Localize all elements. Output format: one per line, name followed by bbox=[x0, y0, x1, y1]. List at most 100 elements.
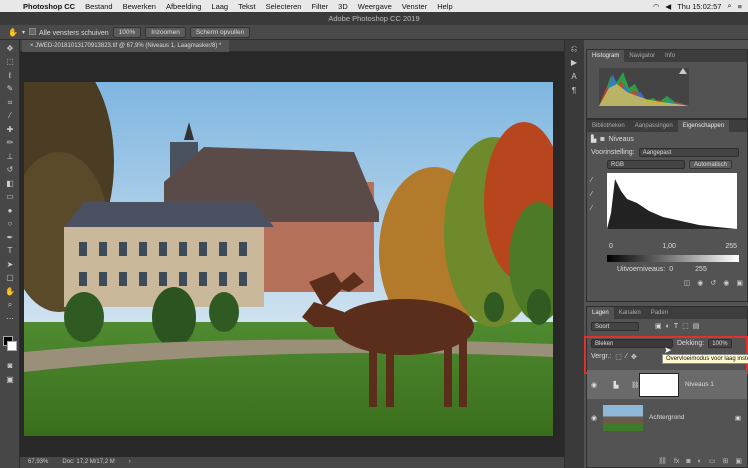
hand-tool-icon[interactable]: ✋ bbox=[8, 28, 18, 37]
clip-to-layer-icon[interactable]: ◫ bbox=[684, 279, 691, 287]
path-select-icon[interactable]: ➤ bbox=[3, 259, 17, 270]
menu-filter[interactable]: Filter bbox=[306, 2, 333, 11]
group-icon[interactable]: ▭ bbox=[709, 456, 716, 468]
wifi-icon[interactable]: ◠ bbox=[653, 2, 660, 11]
quick-select-tool-icon[interactable]: ✎ bbox=[3, 83, 17, 94]
layer-levels[interactable]: ◉ ▙ ⛓ Niveaus 1 bbox=[587, 370, 747, 399]
add-mask-icon[interactable]: ◙ bbox=[686, 456, 690, 468]
input-white[interactable]: 255 bbox=[725, 243, 737, 250]
filter-smart-icon[interactable]: ▤ bbox=[693, 322, 700, 330]
auto-button[interactable]: Automatisch bbox=[689, 160, 733, 169]
quick-mask-icon[interactable]: ◙ bbox=[3, 360, 17, 371]
eye-icon[interactable]: ◉ bbox=[587, 381, 601, 389]
menu-bestand[interactable]: Bestand bbox=[80, 2, 118, 11]
tab-info[interactable]: Info bbox=[660, 50, 680, 62]
tab-channels[interactable]: Kanalen bbox=[614, 307, 646, 319]
tab-libraries[interactable]: Bibliotheken bbox=[587, 120, 630, 132]
eraser-tool-icon[interactable]: ◧ bbox=[3, 178, 17, 189]
output-white[interactable]: 255 bbox=[695, 266, 707, 273]
preset-select[interactable]: Aangepast bbox=[638, 147, 739, 157]
zoom-tool-icon[interactable]: ⌕ bbox=[3, 299, 17, 310]
eyedropper-gray-icon[interactable]: ⁄ bbox=[591, 191, 592, 198]
zoom-level[interactable]: 67,93% bbox=[28, 457, 48, 468]
background-color[interactable] bbox=[7, 340, 17, 351]
play-icon[interactable]: ▶ bbox=[564, 58, 584, 72]
stamp-tool-icon[interactable]: ⊥ bbox=[3, 151, 17, 162]
menu-list-icon[interactable]: ≡ bbox=[738, 2, 742, 11]
layer-mask-thumb[interactable] bbox=[639, 372, 679, 397]
menu-laag[interactable]: Laag bbox=[206, 2, 233, 11]
lock-icon[interactable]: ▣ bbox=[735, 414, 741, 422]
doc-size[interactable]: Doc: 17,2 M/17,2 M bbox=[62, 457, 114, 468]
tab-paths[interactable]: Paden bbox=[646, 307, 673, 319]
channel-select[interactable]: RGB bbox=[607, 160, 685, 169]
move-tool-icon[interactable]: ✥ bbox=[3, 43, 17, 54]
trash-icon[interactable]: ▣ bbox=[736, 279, 743, 287]
canvas-area[interactable] bbox=[20, 52, 584, 457]
filter-adjust-icon[interactable]: ◐ bbox=[666, 323, 670, 330]
menu-help[interactable]: Help bbox=[432, 2, 457, 11]
blur-tool-icon[interactable]: ● bbox=[3, 205, 17, 216]
crop-tool-icon[interactable]: ⌗ bbox=[3, 97, 17, 108]
menu-weergave[interactable]: Weergave bbox=[353, 2, 397, 11]
search-icon[interactable]: ⌕ bbox=[727, 1, 731, 11]
type-tool-icon[interactable]: T bbox=[3, 245, 17, 256]
paragraph-icon[interactable]: ¶ bbox=[564, 86, 584, 100]
eye-icon[interactable]: ◉ bbox=[587, 414, 601, 422]
visibility-icon[interactable]: ◉ bbox=[723, 279, 729, 287]
marquee-tool-icon[interactable]: ⬚ bbox=[3, 56, 17, 67]
view-previous-icon[interactable]: ◉ bbox=[697, 279, 703, 287]
pen-tool-icon[interactable]: ✒ bbox=[3, 232, 17, 243]
layer-filter-select[interactable]: Soort bbox=[591, 321, 639, 331]
eyedropper-black-icon[interactable]: ⁄ bbox=[591, 177, 592, 184]
output-black[interactable]: 0 bbox=[669, 266, 673, 273]
chevron-down-icon[interactable]: ▾ bbox=[22, 29, 25, 36]
tab-navigator[interactable]: Navigator bbox=[624, 50, 660, 62]
link-icon[interactable]: ⛓ bbox=[658, 456, 667, 468]
scroll-all-checkbox[interactable]: Alle vensters schuiven bbox=[28, 27, 109, 37]
menu-afbeelding[interactable]: Afbeelding bbox=[161, 2, 206, 11]
eyedropper-tool-icon[interactable]: ⁄ bbox=[3, 110, 17, 121]
input-black[interactable]: 0 bbox=[609, 243, 613, 250]
layer-background[interactable]: ◉ Achtergrond ▣ bbox=[587, 403, 747, 432]
menu-venster[interactable]: Venster bbox=[397, 2, 432, 11]
brush-tool-icon[interactable]: ✏ bbox=[3, 137, 17, 148]
reset-icon[interactable]: ↺ bbox=[710, 279, 716, 287]
trash-icon[interactable]: ▣ bbox=[735, 456, 742, 468]
new-layer-icon[interactable]: ⊞ bbox=[723, 456, 729, 468]
fx-icon[interactable]: fx bbox=[674, 456, 679, 468]
menu-app[interactable]: Photoshop CC bbox=[18, 2, 80, 11]
dodge-tool-icon[interactable]: ○ bbox=[3, 218, 17, 229]
menu-3d[interactable]: 3D bbox=[333, 2, 353, 11]
zoom-100-button[interactable]: 100% bbox=[112, 26, 142, 38]
history-icon[interactable]: ⎌ bbox=[564, 44, 584, 58]
tab-adjustments[interactable]: Aanpassingen bbox=[630, 120, 678, 132]
more-tools-icon[interactable]: ⋯ bbox=[3, 313, 17, 324]
screen-mode-icon[interactable]: ▣ bbox=[3, 374, 17, 385]
gradient-tool-icon[interactable]: ▭ bbox=[3, 191, 17, 202]
tab-layers[interactable]: Lagen bbox=[587, 307, 614, 319]
input-gamma[interactable]: 1,00 bbox=[662, 243, 676, 250]
hand-tool-icon[interactable]: ✋ bbox=[3, 286, 17, 297]
color-swatches[interactable] bbox=[0, 334, 19, 358]
zoom-in-button[interactable]: Inzoomen bbox=[145, 26, 186, 38]
clock[interactable]: Thu 15:02:57 bbox=[677, 2, 721, 11]
menu-bewerken[interactable]: Bewerken bbox=[118, 2, 161, 11]
menu-tekst[interactable]: Tekst bbox=[233, 2, 261, 11]
filter-shape-icon[interactable]: ⬚ bbox=[682, 322, 689, 330]
filter-type-icon[interactable]: T bbox=[674, 323, 678, 330]
shape-tool-icon[interactable]: ▢ bbox=[3, 272, 17, 283]
chevron-right-icon[interactable]: › bbox=[129, 457, 131, 468]
healing-tool-icon[interactable]: ✚ bbox=[3, 124, 17, 135]
tab-histogram[interactable]: Histogram bbox=[587, 50, 625, 62]
character-icon[interactable]: A bbox=[564, 72, 584, 86]
volume-icon[interactable]: ◀ bbox=[665, 2, 671, 11]
eyedropper-white-icon[interactable]: ⁄ bbox=[591, 205, 592, 212]
tab-properties[interactable]: Eigenschappen bbox=[677, 120, 730, 132]
fill-screen-button[interactable]: Scherm opvullen bbox=[189, 26, 251, 38]
adjustment-icon[interactable]: ◐ bbox=[698, 456, 702, 468]
menu-selecteren[interactable]: Selecteren bbox=[261, 2, 307, 11]
lasso-tool-icon[interactable]: ℓ bbox=[3, 70, 17, 81]
filter-pixel-icon[interactable]: ▣ bbox=[655, 322, 662, 330]
background-thumb[interactable] bbox=[603, 404, 643, 431]
